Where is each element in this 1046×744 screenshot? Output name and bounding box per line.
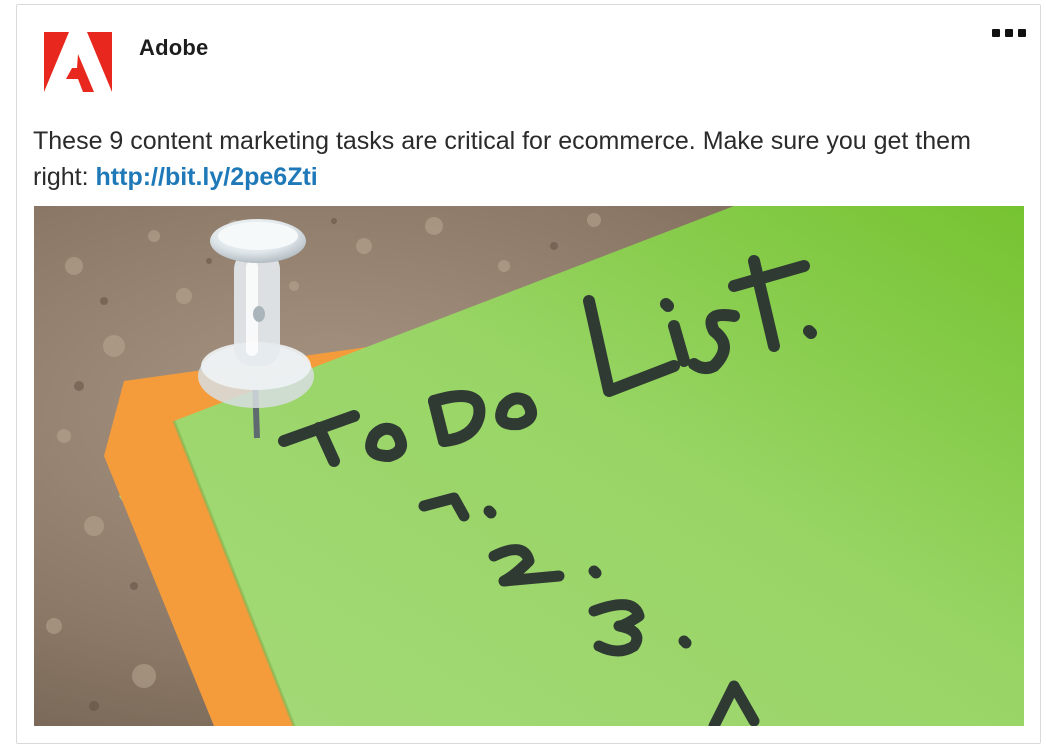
post-card: Adobe These 9 content marketing tasks ar… xyxy=(16,4,1041,744)
more-options-button[interactable] xyxy=(986,19,1032,47)
company-name[interactable]: Adobe xyxy=(139,35,208,61)
more-horizontal-icon xyxy=(1018,29,1026,37)
post-image[interactable] xyxy=(34,206,1024,726)
more-horizontal-icon xyxy=(1005,29,1013,37)
todo-list-photo xyxy=(34,206,1024,726)
more-horizontal-icon xyxy=(992,29,1000,37)
post-text: These 9 content marketing tasks are crit… xyxy=(33,123,1013,195)
post-link[interactable]: http://bit.ly/2pe6Zti xyxy=(96,163,318,191)
adobe-logo-icon xyxy=(44,32,112,92)
adobe-logo[interactable] xyxy=(44,32,112,92)
